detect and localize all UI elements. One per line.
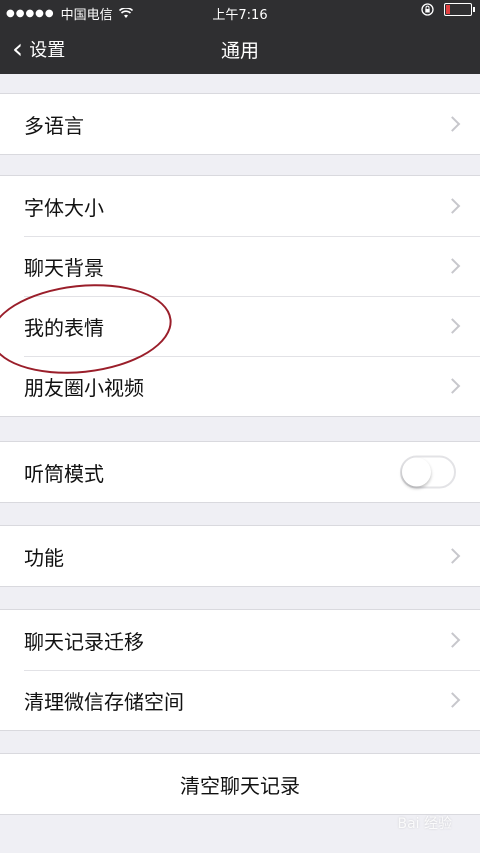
settings-item-earpiece-mode: 听筒模式 — [0, 442, 480, 502]
group-clear: 清空聊天记录 — [0, 753, 480, 815]
settings-item-features[interactable]: 功能 — [0, 526, 480, 586]
settings-item-language[interactable]: 多语言 — [0, 94, 480, 154]
status-right — [421, 3, 475, 16]
status-time: 上午7:16 — [212, 8, 268, 23]
watermark: Bai 经验 — [397, 816, 452, 832]
item-label: 功能 — [24, 545, 64, 570]
battery-level — [446, 5, 450, 14]
item-label: 聊天记录迁移 — [24, 629, 144, 654]
group-language: 多语言 — [0, 93, 480, 155]
status-bar: ●●●●● 中国电信 上午7:16 — [0, 0, 480, 24]
item-label: 我的表情 — [24, 315, 104, 340]
clear-chat-history-button[interactable]: 清空聊天记录 — [0, 754, 480, 814]
chevron-right-icon — [444, 378, 461, 394]
item-label: 聊天背景 — [24, 255, 104, 280]
chevron-right-icon — [444, 198, 461, 214]
item-label: 朋友圈小视频 — [24, 375, 144, 400]
group-earpiece: 听筒模式 — [0, 441, 480, 503]
chevron-right-icon — [444, 116, 461, 132]
settings-item-font-size[interactable]: 字体大小 — [0, 176, 480, 236]
chevron-right-icon — [444, 318, 461, 334]
group-features: 功能 — [0, 525, 480, 587]
chevron-right-icon — [444, 692, 461, 708]
orientation-lock-icon — [421, 3, 434, 16]
settings-item-manage-storage[interactable]: 清理微信存储空间 — [0, 670, 480, 730]
toggle-knob — [402, 457, 431, 487]
settings-item-chat-history-migration[interactable]: 聊天记录迁移 — [0, 610, 480, 670]
settings-item-my-stickers[interactable]: 我的表情 — [0, 296, 480, 356]
page-title: 通用 — [220, 40, 259, 62]
chevron-right-icon — [444, 258, 461, 274]
item-label: 字体大小 — [24, 195, 104, 220]
group-display: 字体大小 聊天背景 我的表情 朋友圈小视频 — [0, 175, 480, 417]
item-label: 清理微信存储空间 — [24, 689, 184, 714]
item-label: 多语言 — [24, 113, 84, 138]
item-label: 听筒模式 — [24, 461, 104, 486]
chevron-right-icon — [444, 632, 461, 648]
settings-item-moments-video[interactable]: 朋友圈小视频 — [0, 356, 480, 416]
chevron-right-icon — [444, 548, 461, 564]
group-storage: 聊天记录迁移 清理微信存储空间 — [0, 609, 480, 731]
navigation-bar: ‹ 设置 通用 — [0, 24, 480, 74]
battery-icon — [444, 3, 475, 16]
settings-item-chat-background[interactable]: 聊天背景 — [0, 236, 480, 296]
button-label: 清空聊天记录 — [180, 773, 300, 798]
earpiece-mode-toggle[interactable] — [400, 455, 456, 489]
